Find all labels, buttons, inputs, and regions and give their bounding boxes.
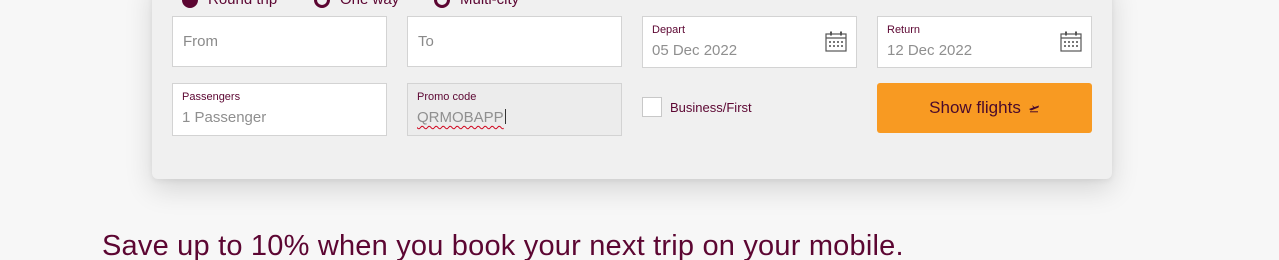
promo-code-label: Promo code [417,91,477,103]
promo-code-value: QRMOBAPP [417,109,504,126]
from-field[interactable]: From [172,16,387,67]
passengers-label: Passengers [182,91,241,103]
mobile-savings-banner: Save up to 10% when you book your next t… [102,230,904,260]
booking-page: Round trip One way Multi-city From To De… [0,0,1279,260]
multi-city-label: Multi-city [460,0,519,9]
promo-code-field[interactable]: Promo code QRMOBAPP [407,83,622,136]
flight-search-card: Round trip One way Multi-city From To De… [152,0,1112,179]
depart-date-field[interactable]: Depart 05 Dec 2022 [642,16,857,68]
round-trip-option[interactable]: Round trip [182,0,277,9]
to-field[interactable]: To [407,16,622,67]
radio-one-way[interactable] [314,0,330,8]
radio-round-trip[interactable] [182,0,198,8]
from-placeholder: From [183,33,218,50]
calendar-icon[interactable] [1060,31,1082,52]
return-value: 12 Dec 2022 [887,42,973,59]
plane-icon [1028,105,1039,113]
show-flights-button[interactable]: Show flights [877,83,1092,133]
depart-value: 05 Dec 2022 [652,42,738,59]
business-first-label: Business/First [670,99,752,115]
passengers-field[interactable]: Passengers 1 Passenger [172,83,387,136]
text-caret [504,109,506,124]
one-way-label: One way [340,0,399,9]
passengers-value: 1 Passenger [182,109,267,126]
one-way-option[interactable]: One way [314,0,399,9]
multi-city-option[interactable]: Multi-city [434,0,519,9]
return-date-field[interactable]: Return 12 Dec 2022 [877,16,1092,68]
promo-code-value-wrap: QRMOBAPP [417,109,506,126]
return-label: Return [887,24,921,36]
business-first-option[interactable]: Business/First [642,97,752,117]
to-placeholder: To [418,33,434,50]
round-trip-label: Round trip [208,0,277,9]
radio-multi-city[interactable] [434,0,450,8]
calendar-icon[interactable] [825,31,847,52]
business-first-checkbox[interactable] [642,97,662,117]
depart-label: Depart [652,24,686,36]
show-flights-label: Show flights [929,98,1021,117]
